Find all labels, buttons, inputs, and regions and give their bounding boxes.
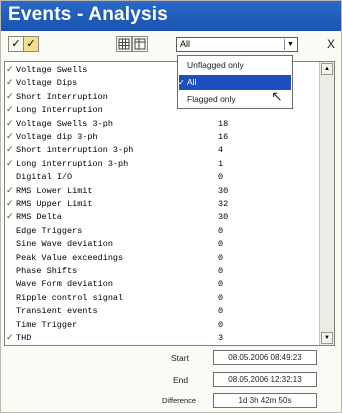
event-label: Voltage Swells xyxy=(16,65,88,75)
event-count: 16 xyxy=(218,132,229,142)
event-label: Peak Value exceedings xyxy=(16,252,124,263)
table-icon xyxy=(134,38,146,50)
event-label: Voltage dip 3-ph xyxy=(16,132,98,142)
checkmark-icon: ✓ xyxy=(11,38,21,50)
event-label: Short interruption 3-ph xyxy=(16,145,134,156)
filter-select-value: All xyxy=(180,39,191,49)
difference-value: 1d 3h 42m 50s xyxy=(213,393,317,408)
event-checkbox[interactable]: ✓ xyxy=(6,198,15,210)
filter-select[interactable]: All ▼ xyxy=(176,37,298,52)
event-checkbox[interactable]: ✓ xyxy=(6,158,15,170)
event-count: 4 xyxy=(218,145,224,156)
chevron-down-icon[interactable]: ▼ xyxy=(284,39,296,50)
event-count: 0 xyxy=(218,279,224,290)
event-label: Wave Form deviation xyxy=(16,279,113,290)
event-count: 0 xyxy=(218,225,224,236)
event-count: 18 xyxy=(218,118,229,129)
event-row[interactable]: Wave Form deviation 0 xyxy=(5,278,317,290)
event-count: 32 xyxy=(218,199,229,209)
event-row[interactable]: Ripple control signal 0 xyxy=(5,292,317,304)
difference-label: Difference xyxy=(162,396,197,405)
event-label: Voltage Dips xyxy=(16,78,78,89)
event-count: 0 xyxy=(218,306,224,317)
filter-option-unflagged[interactable]: Unflagged only xyxy=(179,58,291,73)
events-analysis-window: Events - Analysis ✓ ✓ All ▼ X ✓ Voltage S… xyxy=(0,0,342,413)
event-checkbox[interactable]: ✓ xyxy=(6,104,15,116)
event-count: 30 xyxy=(218,212,229,223)
start-value: 08.05.2006 08:49:23 xyxy=(213,350,317,365)
event-checkbox[interactable]: ✓ xyxy=(6,185,15,197)
event-checkbox[interactable]: ✓ xyxy=(6,211,15,223)
event-count: 0 xyxy=(218,319,224,330)
event-count: 0 xyxy=(218,252,224,263)
event-label: RMS Upper Limit xyxy=(16,199,93,209)
event-label: Long Interruption xyxy=(16,105,103,116)
vertical-scrollbar[interactable]: ▲ ▼ xyxy=(319,62,334,345)
event-label: RMS Lower Limit xyxy=(16,185,93,196)
event-row[interactable]: Edge Triggers 0 xyxy=(5,225,317,237)
check-all-button[interactable]: ✓ xyxy=(8,36,24,52)
event-row[interactable]: ✓ RMS Upper Limit 32 xyxy=(5,198,317,210)
event-row[interactable]: ✓ RMS Delta 30 xyxy=(5,211,317,223)
event-label: Sine Wave deviation xyxy=(16,239,113,250)
scroll-down-button[interactable]: ▼ xyxy=(321,332,333,344)
end-value: 08.05.2006 12:32:13 xyxy=(213,372,317,387)
window-title: Events - Analysis xyxy=(8,4,169,25)
event-row[interactable]: Transient events 0 xyxy=(5,305,317,317)
event-label: Edge Triggers xyxy=(16,225,83,236)
event-checkbox[interactable]: ✓ xyxy=(6,91,15,103)
event-row[interactable]: ✓ THD 3 xyxy=(5,332,317,344)
scroll-up-button[interactable]: ▲ xyxy=(321,63,333,75)
event-label: Phase Shifts xyxy=(16,266,78,276)
event-checkbox[interactable]: ✓ xyxy=(6,64,15,76)
grid-view-button[interactable] xyxy=(116,36,132,52)
event-row[interactable]: ✓ Short interruption 3-ph 4 xyxy=(5,144,317,156)
event-row[interactable]: Digital I/O 0 xyxy=(5,171,317,183)
event-label: THD xyxy=(16,333,32,343)
event-label: Time Trigger xyxy=(16,319,78,330)
event-label: Short Interruption xyxy=(16,91,108,102)
checkmark-icon: ✓ xyxy=(178,78,185,87)
title-bar: Events - Analysis xyxy=(1,1,341,31)
event-row[interactable]: ✓ RMS Lower Limit 30 xyxy=(5,185,317,197)
event-row[interactable]: Time Trigger 0 xyxy=(5,319,317,331)
event-row[interactable]: ✓ Long interruption 3-ph 1 xyxy=(5,158,317,170)
event-count: 0 xyxy=(218,292,224,303)
event-count: 0 xyxy=(218,172,224,183)
event-label: Long interruption 3-ph xyxy=(16,158,129,169)
event-checkbox[interactable]: ✓ xyxy=(6,118,15,130)
event-checkbox[interactable]: ✓ xyxy=(6,77,15,89)
event-label: Voltage Swells 3-ph xyxy=(16,118,113,129)
event-checkbox[interactable]: ✓ xyxy=(6,131,15,143)
grid-icon xyxy=(118,38,130,50)
event-row[interactable]: Phase Shifts 0 xyxy=(5,265,317,277)
event-count: 0 xyxy=(218,266,224,276)
end-label: End xyxy=(173,375,189,385)
event-count: 30 xyxy=(218,185,229,196)
event-label: Digital I/O xyxy=(16,172,73,183)
event-checkbox[interactable]: ✓ xyxy=(6,332,15,344)
event-row[interactable]: Sine Wave deviation 0 xyxy=(5,238,317,250)
event-label: Ripple control signal xyxy=(16,292,124,303)
check-selected-button[interactable]: ✓ xyxy=(23,36,39,52)
checkmark-icon: ✓ xyxy=(26,38,36,50)
event-count: 1 xyxy=(218,158,224,169)
table-view-button[interactable] xyxy=(132,36,148,52)
event-label: Transient events xyxy=(16,306,98,317)
event-label: RMS Delta xyxy=(16,212,62,223)
event-row[interactable]: Peak Value exceedings 0 xyxy=(5,252,317,264)
event-row[interactable]: ✓ Voltage Swells 3-ph 18 xyxy=(5,118,317,130)
close-button[interactable]: X xyxy=(327,37,335,51)
event-count: 0 xyxy=(218,239,224,250)
event-row[interactable]: ✓ Voltage dip 3-ph 16 xyxy=(5,131,317,143)
event-count: 3 xyxy=(218,333,224,343)
event-checkbox[interactable]: ✓ xyxy=(6,144,15,156)
start-label: Start xyxy=(171,353,189,363)
mouse-cursor-icon: ↖ xyxy=(271,88,283,104)
